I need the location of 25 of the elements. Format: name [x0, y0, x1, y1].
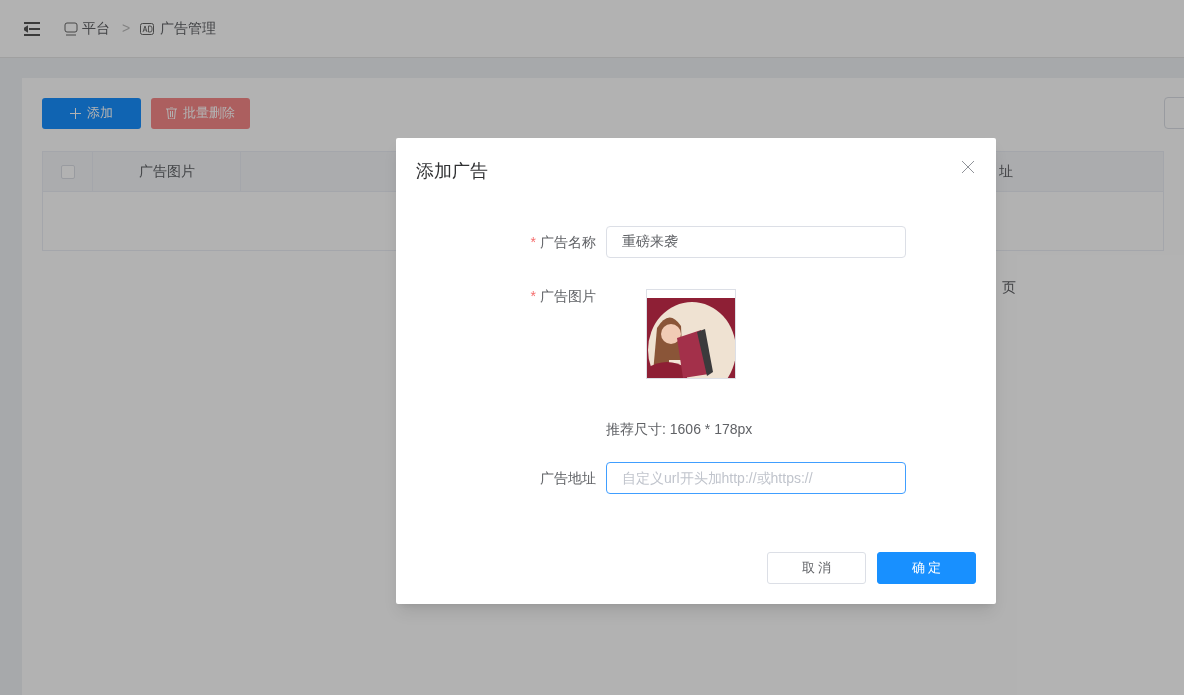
required-asterisk: *	[530, 233, 536, 252]
confirm-button[interactable]: 确 定	[877, 552, 976, 584]
text-field[interactable]: 重磅来袭	[606, 226, 906, 258]
breadcrumb-item[interactable]: 平台	[82, 18, 110, 39]
trash-icon	[166, 107, 177, 119]
plus-icon	[70, 107, 81, 119]
field-label: 广告名称	[540, 233, 596, 252]
column-header: 址	[999, 162, 1013, 181]
cancel-button[interactable]: 取 消	[767, 552, 866, 584]
checkbox[interactable]	[60, 164, 75, 179]
field-label: 广告地址	[540, 469, 596, 488]
breadcrumb-item[interactable]: 广告管理	[160, 18, 217, 39]
dialog-title: 添加广告	[416, 160, 488, 183]
column-header: 广告图片	[138, 162, 195, 181]
size-hint: 推荐尺寸: 1606 * 178px	[606, 420, 753, 439]
page-unit: 页	[1002, 277, 1016, 297]
monitor-icon	[64, 21, 78, 36]
close-icon[interactable]	[962, 161, 974, 173]
add-button[interactable]: 添加	[42, 97, 141, 129]
ad-icon	[140, 21, 157, 36]
required-asterisk: *	[530, 287, 536, 306]
menu-icon[interactable]	[24, 21, 40, 36]
field-label: 广告图片	[540, 287, 596, 306]
text-field[interactable]: 自定义url开头加http://或https://	[606, 462, 906, 494]
breadcrumb-separator: >	[122, 19, 131, 38]
